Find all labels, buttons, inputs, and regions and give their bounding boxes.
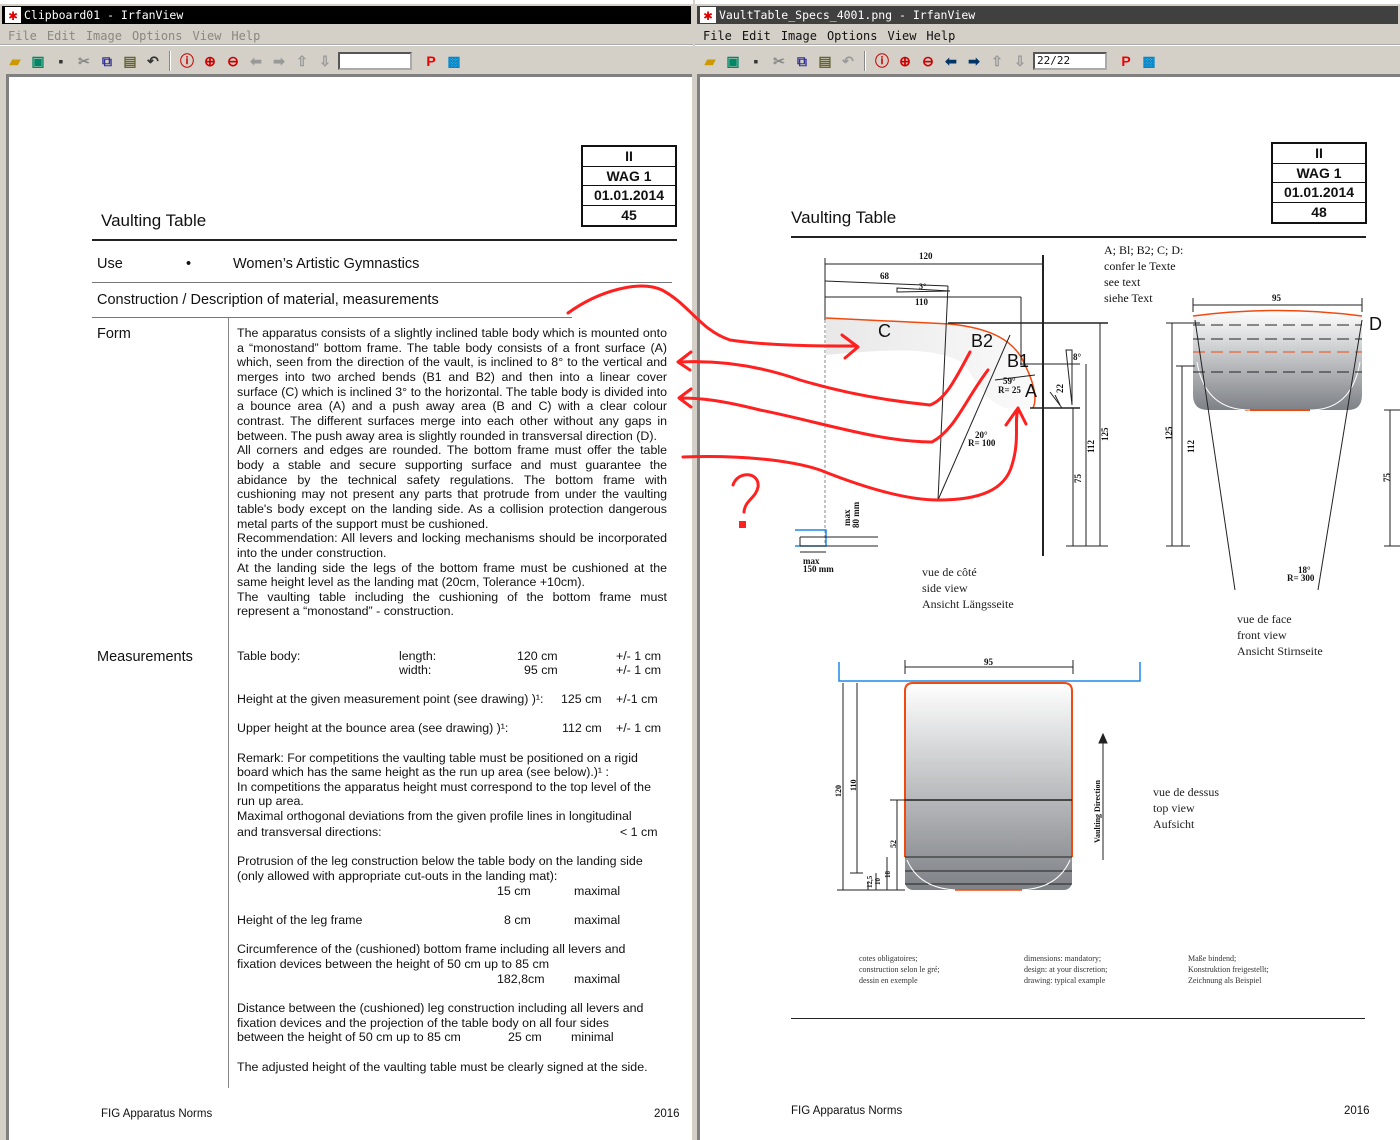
angle-label: 8° — [1073, 352, 1082, 362]
top-view — [837, 660, 1141, 891]
legend-line: confer le Texte — [1104, 259, 1176, 273]
question-mark-icon — [731, 473, 760, 514]
dim-label: 10 — [874, 878, 882, 886]
annotation-arrow — [676, 350, 972, 407]
radius-label: R= 300 — [1287, 573, 1315, 583]
caption-line: Ansicht Stirnseite — [1237, 644, 1323, 658]
side-view-caption: vue de côté side view Ansicht Längsseite — [922, 565, 1014, 611]
dim-label: 75 — [1073, 474, 1083, 484]
note-line: dimensions: mandatory; — [1024, 954, 1101, 963]
radius-label: R= 25 — [998, 385, 1021, 395]
dim-label: 52 — [889, 840, 898, 848]
dim-label: 125 — [1164, 426, 1174, 440]
dim-label: 150 mm — [803, 564, 834, 574]
note-line: cotes obligatoires; — [859, 954, 917, 963]
note-line: Maße bindend; — [1188, 954, 1236, 963]
note-line: drawing: typical example — [1024, 976, 1106, 985]
dim-label: 68 — [880, 271, 890, 281]
dim-label: 110 — [915, 297, 929, 307]
dim-label: 95 — [984, 657, 994, 667]
dim-label: 80 mm — [851, 501, 861, 528]
dim-label: 112 — [1186, 439, 1196, 453]
legend-line: siehe Text — [1104, 291, 1153, 305]
question-mark-dot — [739, 521, 746, 528]
surface-label-a: A — [1025, 381, 1037, 401]
dim-label: 120 — [919, 251, 933, 261]
dim-label: 12,5 — [866, 875, 874, 888]
caption-line: vue de côté — [922, 565, 977, 579]
dim-label: 110 — [849, 779, 858, 791]
dim-label: 120 — [834, 785, 843, 797]
note-line: Zeichnung als Beispiel — [1188, 976, 1262, 985]
drawing-notes: cotes obligatoires; construction selon l… — [859, 954, 1269, 985]
caption-line: top view — [1153, 801, 1195, 815]
top-view-caption: vue de dessus top view Aufsicht — [1153, 785, 1219, 831]
vaulting-direction-label: Vaulting Direction — [1093, 780, 1102, 843]
surface-label-d: D — [1369, 314, 1382, 334]
annotation-arrow — [566, 284, 860, 360]
dim-label: 18 — [884, 871, 892, 879]
caption-line: front view — [1237, 628, 1287, 642]
front-view-caption: vue de face front view Ansicht Stirnseit… — [1237, 612, 1323, 658]
legend-line: A; Bl; B2; C; D: — [1104, 243, 1183, 257]
caption-line: vue de face — [1237, 612, 1292, 626]
caption-line: Aufsicht — [1153, 817, 1195, 831]
dim-label: 95 — [1272, 293, 1282, 303]
technical-drawing: A; Bl; B2; C; D: confer le Texte see tex… — [566, 243, 1400, 985]
caption-line: side view — [922, 581, 968, 595]
legend-line: see text — [1104, 275, 1141, 289]
note-line: dessin en exemple — [859, 976, 918, 985]
surface-label-b1: B1 — [1007, 351, 1029, 371]
dim-label: 75 — [1382, 473, 1392, 483]
caption-line: Ansicht Längsseite — [922, 597, 1014, 611]
note-line: design: at your discretion; — [1024, 965, 1107, 974]
caption-line: vue de dessus — [1153, 785, 1219, 799]
dim-label: 112 — [1086, 439, 1096, 453]
side-view-labels: 120 68 3° 110 C B2 B1 A 59° R= 25 20° R=… — [803, 251, 1110, 574]
legend: A; Bl; B2; C; D: confer le Texte see tex… — [1104, 243, 1183, 305]
note-line: construction selon le gré; — [859, 965, 940, 974]
radius-label: R= 100 — [968, 438, 996, 448]
surface-label-b2: B2 — [971, 331, 993, 351]
dim-label: 3° — [919, 282, 926, 291]
note-line: Konstruktion freigestellt; — [1188, 965, 1269, 974]
dim-label: 22 — [1055, 384, 1065, 394]
front-view — [1166, 298, 1400, 591]
annotation-arrow — [681, 406, 1028, 502]
surface-label-c: C — [878, 321, 891, 341]
dim-label: 125 — [1100, 427, 1110, 441]
